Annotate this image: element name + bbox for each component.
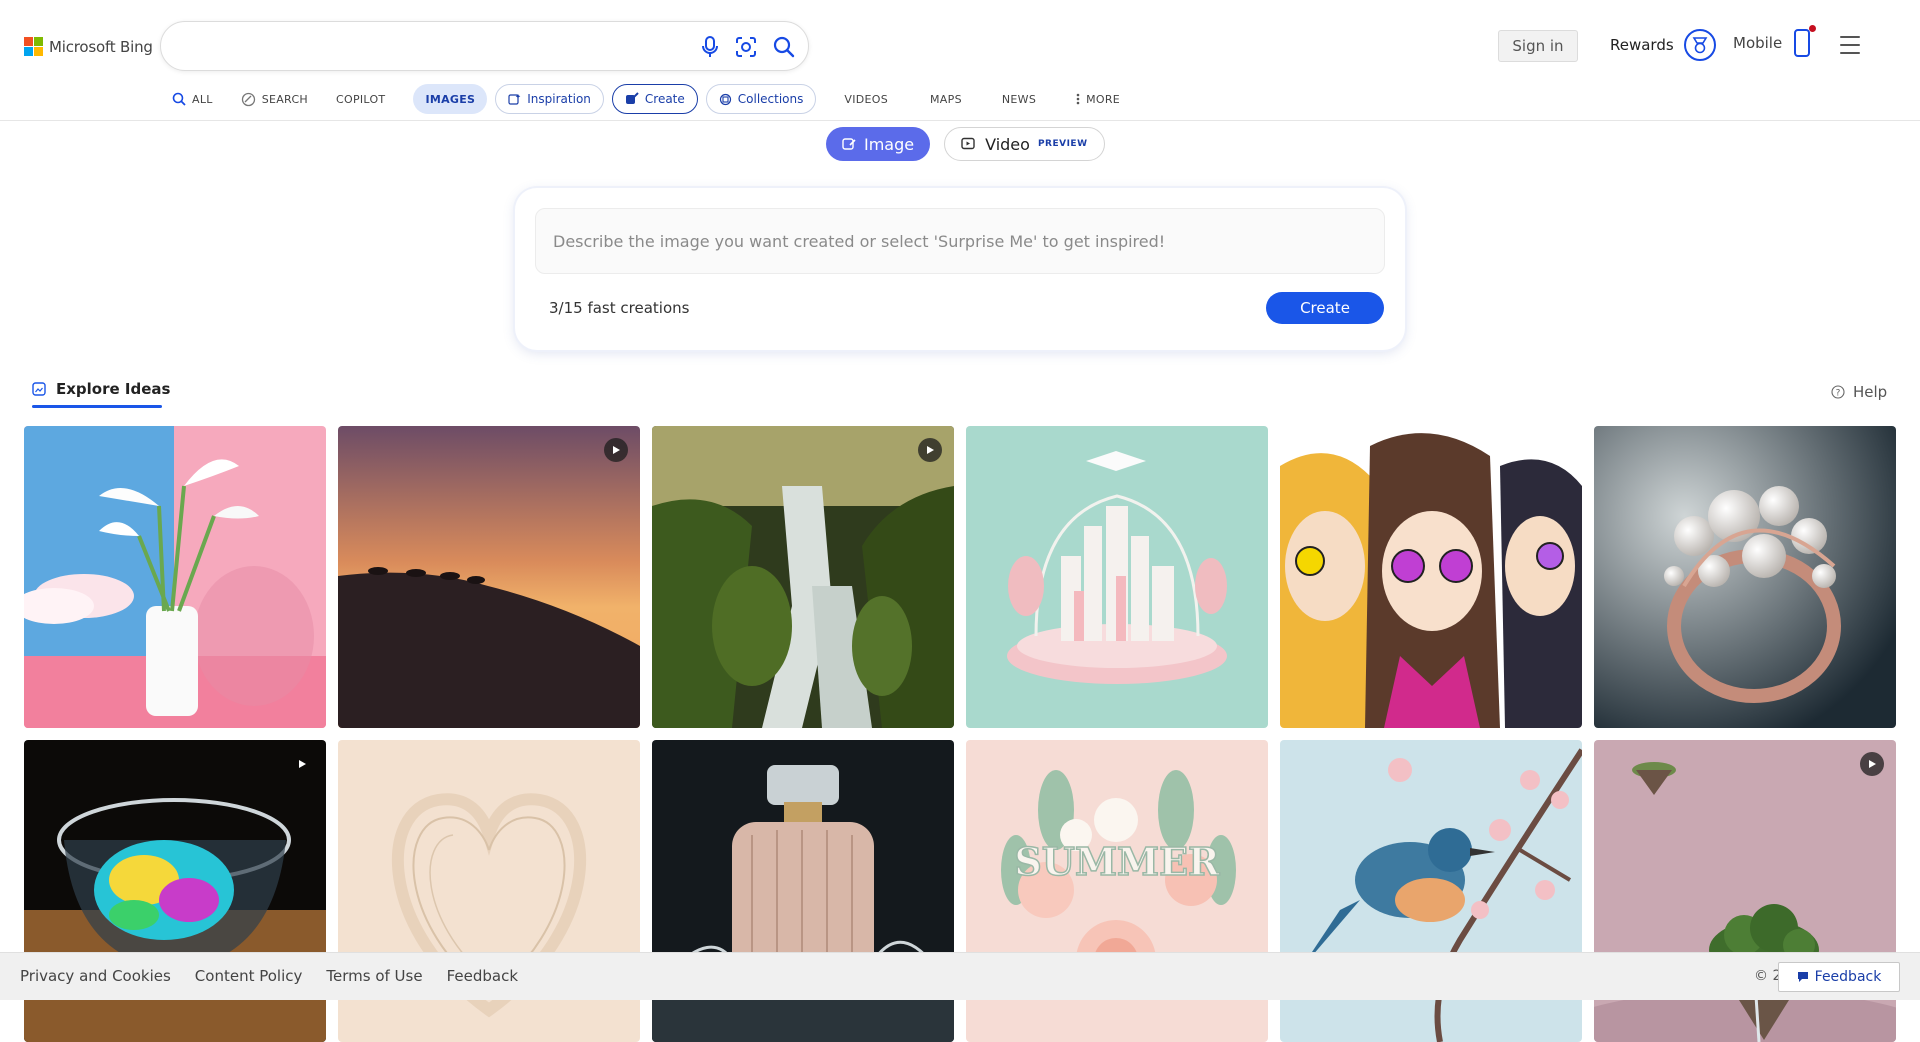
idea-tile-waterfall[interactable] [652, 426, 954, 728]
privacy-link[interactable]: Privacy and Cookies [20, 967, 171, 985]
menu-icon[interactable] [1840, 36, 1860, 54]
help-link[interactable]: ? Help [1831, 383, 1887, 401]
pearl-ring-image [1594, 426, 1896, 728]
copilot-search-icon [241, 92, 255, 106]
brush-icon [625, 92, 639, 104]
nav-more-label: MORE [1086, 92, 1121, 106]
visual-search-icon[interactable] [733, 34, 759, 60]
desert-sunset-image [338, 426, 640, 728]
video-mode-button[interactable]: Video PREVIEW [944, 127, 1105, 161]
notification-dot [1809, 25, 1817, 32]
content-policy-link[interactable]: Content Policy [195, 967, 303, 985]
image-mode-button[interactable]: Image [826, 127, 931, 161]
footer-links: Privacy and Cookies Content Policy Terms… [20, 967, 518, 985]
collections-icon [719, 93, 731, 105]
nav-maps-label: MAPS [930, 92, 962, 106]
rewards-medal-icon [1683, 29, 1716, 61]
phone-icon [1794, 25, 1817, 57]
feedback-button[interactable]: Feedback [1778, 962, 1900, 992]
nav-news[interactable]: NEWS [1002, 84, 1036, 114]
nav-search[interactable]: SEARCH [241, 84, 308, 114]
idea-tile-camels-desert[interactable] [338, 426, 640, 728]
explore-ideas-label: Explore Ideas [56, 380, 171, 398]
create-button[interactable]: Create [1266, 292, 1384, 324]
nav-images[interactable]: IMAGES [413, 84, 488, 114]
prompt-card: 3/15 fast creations Create [515, 188, 1405, 350]
video-icon [961, 137, 975, 150]
nav-images-label: IMAGES [425, 92, 476, 106]
video-badge-icon [918, 438, 942, 462]
calla-lilies-image [24, 426, 326, 728]
footer: Privacy and Cookies Content Policy Terms… [0, 952, 1920, 1000]
sparkle-image-icon [508, 93, 521, 105]
search-icon[interactable] [771, 34, 797, 60]
search-icon [172, 92, 186, 106]
svg-text:?: ? [1836, 389, 1841, 399]
search-box[interactable] [160, 21, 809, 71]
nav-all-label: ALL [192, 92, 213, 106]
nav-inspiration[interactable]: Inspiration [495, 84, 604, 114]
idea-tile-anime-friends[interactable] [1280, 426, 1582, 728]
help-icon: ? [1831, 385, 1845, 399]
nav-create[interactable]: Create [611, 84, 698, 114]
nav-news-label: NEWS [1001, 92, 1037, 106]
explore-ideas-tab[interactable]: Explore Ideas [32, 380, 170, 398]
nav-videos-label: VIDEOS [844, 92, 889, 106]
rewards-button[interactable]: Rewards [1610, 29, 1716, 61]
microphone-icon[interactable] [697, 34, 723, 60]
video-mode-label: Video [985, 134, 1030, 154]
image-brush-icon [842, 138, 856, 150]
image-mode-label: Image [864, 134, 915, 154]
waterfall-image [652, 426, 954, 728]
explore-image-icon [32, 382, 46, 396]
rewards-label: Rewards [1610, 36, 1674, 54]
nav-collections[interactable]: Collections [705, 84, 817, 114]
header: Microsoft Bing Sign in Rewards Mobile AL… [0, 0, 1920, 121]
video-badge-icon [1860, 752, 1884, 776]
more-vertical-icon [1076, 93, 1080, 105]
create-mode-toggle: Image Video PREVIEW [826, 127, 1105, 161]
nav-all[interactable]: ALL [172, 84, 213, 114]
pastel-city-image [966, 426, 1268, 728]
feedback-icon [1797, 972, 1808, 982]
scope-nav: ALL SEARCH COPILOT IMAGES Inspiration Cr… [172, 84, 1148, 114]
bing-logo[interactable]: Microsoft Bing [24, 37, 153, 56]
explore-tab-indicator [32, 405, 162, 408]
nav-maps[interactable]: MAPS [930, 84, 962, 114]
svg-text:SUMMER: SUMMER [1014, 839, 1220, 884]
idea-tile-pearl-ring[interactable] [1594, 426, 1896, 728]
fast-creations-counter: 3/15 fast creations [549, 299, 690, 317]
feedback-button-label: Feedback [1814, 969, 1882, 985]
mobile-button[interactable]: Mobile [1733, 25, 1817, 57]
microsoft-logo-icon [24, 37, 43, 56]
nav-more[interactable]: MORE [1076, 84, 1120, 114]
anime-friends-image [1280, 426, 1582, 728]
nav-videos[interactable]: VIDEOS [844, 84, 888, 114]
sign-in-button[interactable]: Sign in [1498, 30, 1578, 62]
video-badge-icon [290, 752, 314, 776]
nav-collections-label: Collections [737, 92, 804, 106]
video-badge-icon [604, 438, 628, 462]
feedback-link[interactable]: Feedback [447, 967, 518, 985]
preview-badge: PREVIEW [1037, 139, 1088, 149]
idea-tile-pastel-city[interactable] [966, 426, 1268, 728]
terms-link[interactable]: Terms of Use [326, 967, 422, 985]
nav-inspiration-label: Inspiration [527, 92, 591, 106]
help-label: Help [1853, 383, 1888, 401]
brand-name: Microsoft Bing [49, 37, 153, 56]
nav-copilot-label: COPILOT [336, 92, 386, 106]
prompt-input[interactable] [535, 208, 1385, 274]
idea-tile-calla-lilies[interactable] [24, 426, 326, 728]
mobile-label: Mobile [1733, 34, 1783, 52]
nav-create-label: Create [644, 92, 685, 106]
nav-copilot[interactable]: COPILOT [336, 84, 385, 114]
nav-search-label: SEARCH [261, 92, 308, 106]
